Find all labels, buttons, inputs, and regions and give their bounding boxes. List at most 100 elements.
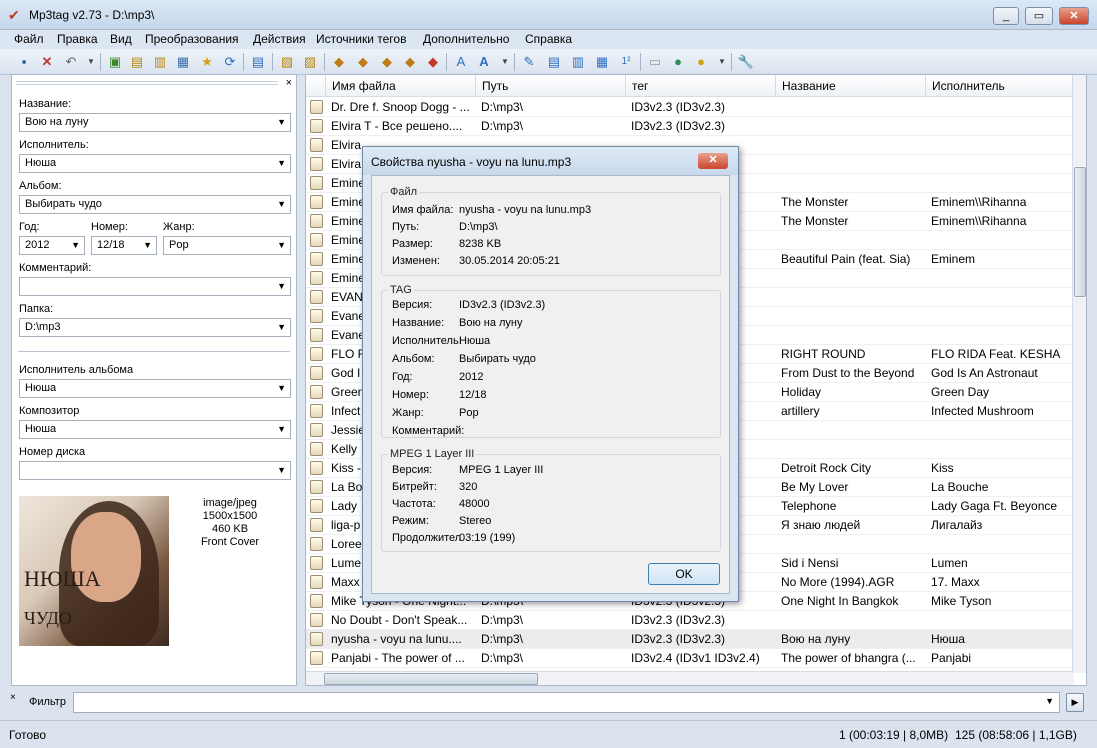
column-header-title[interactable]: Название bbox=[776, 75, 926, 97]
menu-edit[interactable]: Правка bbox=[57, 32, 98, 46]
chevron-down-icon: ▼ bbox=[277, 281, 286, 291]
composer-field[interactable]: Нюша ▼ bbox=[19, 420, 291, 439]
tools-icon[interactable]: 🔧 bbox=[737, 53, 755, 71]
cell-title bbox=[776, 421, 926, 440]
album-field[interactable]: Выбирать чудо ▼ bbox=[19, 195, 291, 214]
cell-artist: Panjabi bbox=[931, 651, 972, 665]
album-cover[interactable]: НЮША ЧУДО bbox=[19, 496, 169, 646]
save-icon[interactable]: ▪ bbox=[15, 53, 33, 71]
table-row[interactable]: Elvira T - Все решено.... D:\mp3\ ID3v2.3 … bbox=[306, 117, 1074, 136]
audio-file-icon bbox=[310, 613, 323, 627]
case-conversion-icon[interactable]: A bbox=[452, 53, 470, 71]
filename-tag-icon[interactable]: ◆ bbox=[354, 53, 372, 71]
cell-artist: Infected Mushroom bbox=[931, 404, 1034, 418]
table-row[interactable]: nyusha - voyu na lunu.... D:\mp3\ ID3v2.3 … bbox=[306, 630, 1074, 649]
prop-value: 48000 bbox=[459, 498, 490, 510]
prop-label: Битрейт: bbox=[392, 481, 437, 493]
menu-actions[interactable]: Действия bbox=[253, 32, 306, 46]
menu-file[interactable]: Файл bbox=[14, 32, 44, 46]
menu-extra[interactable]: Дополнительно bbox=[423, 32, 509, 46]
world-dropdown-icon[interactable]: ▼ bbox=[713, 53, 731, 71]
amazon-icon[interactable]: ▦ bbox=[593, 53, 611, 71]
column-header-artist[interactable]: Исполнитель bbox=[926, 75, 1074, 97]
column-header-path[interactable]: Путь bbox=[476, 75, 626, 97]
actions-icon[interactable]: A bbox=[475, 53, 493, 71]
scroll-thumb[interactable] bbox=[324, 673, 538, 685]
menu-help[interactable]: Справка bbox=[525, 32, 572, 46]
menu-view[interactable]: Вид bbox=[110, 32, 132, 46]
convert-icon[interactable]: ◆ bbox=[424, 53, 442, 71]
undo-icon[interactable]: ↶ bbox=[62, 53, 80, 71]
table-row[interactable]: No Doubt - Don't Speak... D:\mp3\ ID3v2.3 … bbox=[306, 611, 1074, 630]
undo-dropdown-icon[interactable]: ▼ bbox=[82, 53, 100, 71]
column-header-filename[interactable]: Имя файла bbox=[326, 75, 476, 97]
ok-button[interactable]: OK bbox=[648, 563, 720, 585]
artist-field[interactable]: Нюша ▼ bbox=[19, 154, 291, 173]
web-icon[interactable]: ● bbox=[669, 53, 687, 71]
actions-dropdown-icon[interactable]: ▼ bbox=[496, 53, 514, 71]
tag-sources-icon[interactable]: ▤ bbox=[545, 53, 563, 71]
folder-field[interactable]: D:\mp3 ▼ bbox=[19, 318, 291, 337]
filter-input[interactable]: ▼ bbox=[73, 692, 1060, 713]
maximize-button[interactable]: ▭ bbox=[1025, 7, 1053, 25]
delete-icon[interactable]: ✕ bbox=[38, 53, 56, 71]
world-icon[interactable]: ● bbox=[692, 53, 710, 71]
vertical-scrollbar[interactable] bbox=[1072, 75, 1086, 673]
table-row[interactable]: Dr. Dre f. Snoop Dogg - ... D:\mp3\ ID3v2.… bbox=[306, 98, 1074, 117]
freedb-icon[interactable]: ▥ bbox=[569, 53, 587, 71]
dialog-close-button[interactable]: ✕ bbox=[698, 153, 728, 169]
comment-field[interactable]: ▼ bbox=[19, 277, 291, 296]
cell-title bbox=[776, 440, 926, 459]
track-label: Номер: bbox=[91, 221, 128, 233]
filter-apply-button[interactable]: ▶ bbox=[1066, 693, 1084, 712]
cell-title bbox=[776, 117, 926, 136]
horizontal-scrollbar[interactable] bbox=[306, 671, 1074, 685]
dialog-title-bar: Свойства nyusha - voyu na lunu.mp3 ✕ bbox=[363, 147, 738, 175]
disc-field[interactable]: ▼ bbox=[19, 461, 291, 480]
open-file-icon[interactable]: ▦ bbox=[174, 53, 192, 71]
prop-label: Частота: bbox=[392, 498, 436, 510]
filter-close-icon[interactable]: × bbox=[10, 692, 16, 703]
open-folder-icon[interactable]: ▥ bbox=[151, 53, 169, 71]
panel-close-icon[interactable]: × bbox=[286, 77, 292, 89]
panel-grip[interactable] bbox=[16, 81, 278, 85]
print-icon[interactable]: ▭ bbox=[646, 53, 664, 71]
discogs-icon[interactable]: 1² bbox=[617, 53, 635, 71]
column-header-tag[interactable]: тег bbox=[626, 75, 776, 97]
year-field[interactable]: 2012 ▼ bbox=[19, 236, 85, 255]
scroll-thumb[interactable] bbox=[1074, 167, 1086, 297]
favorite-star-icon[interactable]: ★ bbox=[198, 53, 216, 71]
column-header-icon[interactable] bbox=[306, 75, 326, 97]
playlist-icon[interactable]: ▤ bbox=[249, 53, 267, 71]
menu-tag-sources[interactable]: Источники тегов bbox=[316, 32, 406, 46]
close-window-button[interactable]: ✕ bbox=[1059, 7, 1089, 25]
minimize-button[interactable]: _ bbox=[993, 7, 1019, 25]
albumartist-field[interactable]: Нюша ▼ bbox=[19, 379, 291, 398]
copy-tag-icon[interactable]: ▨ bbox=[301, 53, 319, 71]
cell-title: The power of bhangra (... bbox=[781, 651, 916, 665]
title-field[interactable]: Вою на луну ▼ bbox=[19, 113, 291, 132]
audio-file-icon bbox=[310, 423, 323, 437]
track-field[interactable]: 12/18 ▼ bbox=[91, 236, 157, 255]
toolbar-separator bbox=[640, 53, 641, 71]
cell-tag: ID3v2.3 (ID3v2.3) bbox=[631, 100, 726, 114]
cell-artist: Нюша bbox=[931, 632, 965, 646]
edit-icon[interactable]: ✎ bbox=[520, 53, 538, 71]
text-tag-icon[interactable]: ◆ bbox=[378, 53, 396, 71]
add-directory-icon[interactable]: ▤ bbox=[128, 53, 146, 71]
cell-title bbox=[776, 326, 926, 345]
prop-value: D:\mp3\ bbox=[459, 221, 498, 233]
status-bar: Готово 1 (00:03:19 | 8,0MB) 125 (08:58:0… bbox=[0, 720, 1097, 748]
table-row[interactable]: Panjabi - The power of ... D:\mp3\ ID3v2.4… bbox=[306, 649, 1074, 668]
menu-convert[interactable]: Преобразования bbox=[145, 32, 239, 46]
prop-value: Нюша bbox=[459, 335, 491, 347]
refresh-icon[interactable]: ⟳ bbox=[221, 53, 239, 71]
export-icon[interactable]: ▧ bbox=[278, 53, 296, 71]
autonumber-icon[interactable]: ◆ bbox=[401, 53, 419, 71]
add-folder-icon[interactable]: ▣ bbox=[106, 53, 124, 71]
tag-filename-icon[interactable]: ◆ bbox=[330, 53, 348, 71]
status-total: 125 (08:58:06 | 1,1GB) bbox=[955, 728, 1077, 742]
chevron-down-icon: ▼ bbox=[277, 199, 286, 209]
genre-field[interactable]: Pop ▼ bbox=[163, 236, 291, 255]
cell-title: The Monster bbox=[781, 214, 849, 228]
